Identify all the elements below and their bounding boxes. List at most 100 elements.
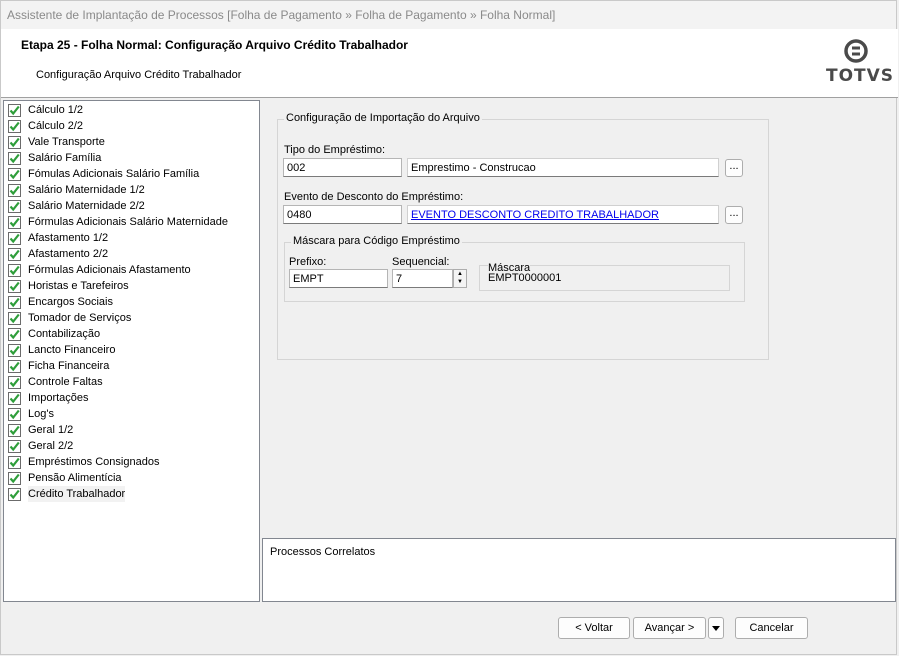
sequencial-input[interactable]: 7 (392, 269, 453, 288)
checked-icon (8, 423, 21, 437)
sequencial-spinner[interactable]: ▲ ▼ (453, 269, 467, 288)
step-item[interactable]: Contabilização (8, 326, 259, 342)
tipo-emprestimo-description: Emprestimo - Construcao (407, 158, 719, 177)
step-item[interactable]: Fórmulas Adicionais Afastamento (8, 262, 259, 278)
header-panel: Etapa 25 - Folha Normal: Configuração Ar… (1, 29, 898, 98)
step-item-label: Salário Família (28, 152, 102, 164)
step-item[interactable]: Ficha Financeira (8, 358, 259, 374)
checked-icon (8, 455, 21, 469)
step-item-label: Ficha Financeira (28, 360, 110, 372)
checked-icon (8, 375, 21, 389)
step-item-label: Horistas e Tarefeiros (28, 280, 129, 292)
step-item[interactable]: Importações (8, 390, 259, 406)
step-item[interactable]: Cálculo 2/2 (8, 118, 259, 134)
checked-icon (8, 247, 21, 261)
step-item-label: Contabilização (28, 328, 101, 340)
checked-icon (8, 119, 21, 133)
step-item-label: Controle Faltas (28, 376, 103, 388)
checked-icon (8, 471, 21, 485)
cancel-button[interactable]: Cancelar (735, 617, 808, 639)
step-item-label: Geral 2/2 (28, 440, 74, 452)
prefixo-label: Prefixo: (289, 256, 327, 268)
import-config-group-title: Configuração de Importação do Arquivo (284, 112, 482, 124)
evento-desconto-link[interactable]: EVENTO DESCONTO CREDITO TRABALHADOR (411, 209, 659, 221)
steps-ul: Cálculo 1/2 Cálculo 2/2 Vale Transporte Sal… (4, 101, 259, 502)
checked-icon (8, 487, 21, 501)
evento-desconto-label: Evento de Desconto do Empréstimo: (284, 191, 464, 203)
related-processes-panel: Processos Correlatos (262, 538, 896, 602)
step-item-label: Cálculo 1/2 (28, 104, 84, 116)
step-item[interactable]: Tomador de Serviços (8, 310, 259, 326)
checked-icon (8, 407, 21, 421)
spin-down-icon[interactable]: ▼ (454, 278, 466, 286)
step-item-label: Fórmulas Adicionais Afastamento (28, 264, 191, 276)
step-item[interactable]: Geral 2/2 (8, 438, 259, 454)
step-item-label: Encargos Sociais (28, 296, 113, 308)
import-config-group: Configuração de Importação do Arquivo Ti… (277, 112, 769, 360)
tipo-emprestimo-lookup-button[interactable]: ... (725, 159, 743, 177)
sequencial-label: Sequencial: (392, 256, 450, 268)
checked-icon (8, 327, 21, 341)
step-item[interactable]: Encargos Sociais (8, 294, 259, 310)
step-item[interactable]: Afastamento 2/2 (8, 246, 259, 262)
checked-icon (8, 231, 21, 245)
evento-desconto-code-input[interactable]: 0480 (283, 205, 402, 224)
checked-icon (8, 183, 21, 197)
mascara-group-title: Máscara para Código Empréstimo (291, 235, 462, 247)
step-item-label: Log's (28, 408, 54, 420)
totvs-logo-icon (844, 39, 868, 63)
checked-icon (8, 215, 21, 229)
checked-icon (8, 167, 21, 181)
step-item-label: Lancto Financeiro (28, 344, 116, 356)
step-item-label: Vale Transporte (28, 136, 105, 148)
checked-icon (8, 199, 21, 213)
step-item[interactable]: Salário Maternidade 2/2 (8, 198, 259, 214)
step-item[interactable]: Geral 1/2 (8, 422, 259, 438)
next-button[interactable]: Avançar > (633, 617, 706, 639)
totvs-logo-text: TOTVS (826, 66, 895, 86)
step-item-label: Fómulas Adicionais Salário Família (28, 168, 200, 180)
window-title: Assistente de Implantação de Processos [… (7, 8, 556, 22)
tipo-emprestimo-code-input[interactable]: 002 (283, 158, 402, 177)
prefixo-input[interactable]: EMPT (289, 269, 388, 288)
step-item[interactable]: Salário Família (8, 150, 259, 166)
step-item[interactable]: Fómulas Adicionais Salário Família (8, 166, 259, 182)
checked-icon (8, 103, 21, 117)
step-item-label: Salário Maternidade 1/2 (28, 184, 145, 196)
step-item-label: Geral 1/2 (28, 424, 74, 436)
step-item-label: Empréstimos Consignados (28, 456, 160, 468)
spin-up-icon[interactable]: ▲ (454, 270, 466, 278)
checked-icon (8, 311, 21, 325)
step-item-label: Cálculo 2/2 (28, 120, 84, 132)
step-item[interactable]: Lancto Financeiro (8, 342, 259, 358)
step-item[interactable]: Horistas e Tarefeiros (8, 278, 259, 294)
step-item[interactable]: Fórmulas Adicionais Salário Maternidade (8, 214, 259, 230)
step-item[interactable]: Controle Faltas (8, 374, 259, 390)
checked-icon (8, 151, 21, 165)
step-item[interactable]: Vale Transporte (8, 134, 259, 150)
step-title: Etapa 25 - Folha Normal: Configuração Ar… (21, 38, 408, 52)
step-item[interactable]: Crédito Trabalhador (8, 486, 259, 502)
step-item[interactable]: Afastamento 1/2 (8, 230, 259, 246)
step-item[interactable]: Empréstimos Consignados (8, 454, 259, 470)
mascara-value: EMPT0000001 (488, 272, 562, 284)
step-subtitle: Configuração Arquivo Crédito Trabalhador (36, 69, 242, 81)
back-button[interactable]: < Voltar (558, 617, 630, 639)
title-bar: Assistente de Implantação de Processos [… (1, 1, 896, 29)
step-item[interactable]: Salário Maternidade 1/2 (8, 182, 259, 198)
step-item[interactable]: Cálculo 1/2 (8, 102, 259, 118)
wizard-window: Assistente de Implantação de Processos [… (0, 0, 898, 655)
evento-desconto-lookup-button[interactable]: ... (725, 206, 743, 224)
checked-icon (8, 439, 21, 453)
checked-icon (8, 263, 21, 277)
checked-icon (8, 135, 21, 149)
step-item-label: Afastamento 2/2 (28, 248, 109, 260)
checked-icon (8, 279, 21, 293)
step-item-label: Crédito Trabalhador (28, 486, 126, 502)
step-item[interactable]: Log's (8, 406, 259, 422)
main-panel: Configuração de Importação do Arquivo Ti… (262, 100, 896, 538)
step-item[interactable]: Pensão Alimentícia (8, 470, 259, 486)
totvs-logo: TOTVS (826, 39, 895, 91)
checked-icon (8, 359, 21, 373)
next-dropdown-button[interactable] (708, 617, 724, 639)
